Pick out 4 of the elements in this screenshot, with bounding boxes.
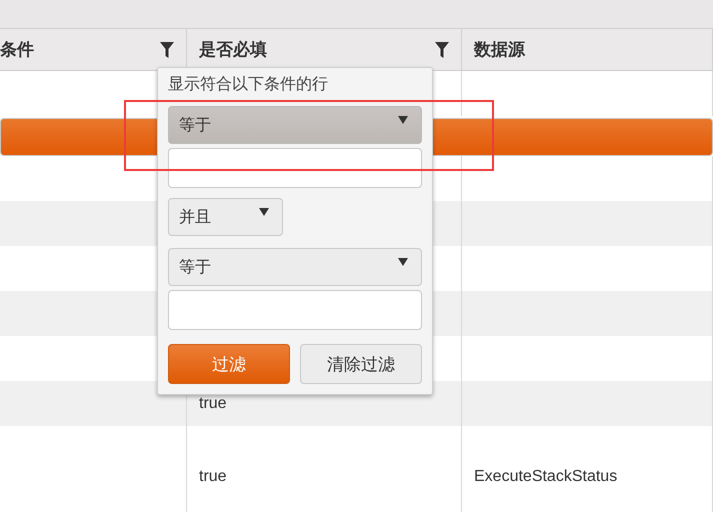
table-cell: true: [199, 468, 227, 486]
filter-title: 显示符合以下条件的行: [168, 76, 329, 94]
table-cell: true: [199, 394, 227, 412]
table-cell: ExecuteStackStatus: [474, 468, 618, 486]
